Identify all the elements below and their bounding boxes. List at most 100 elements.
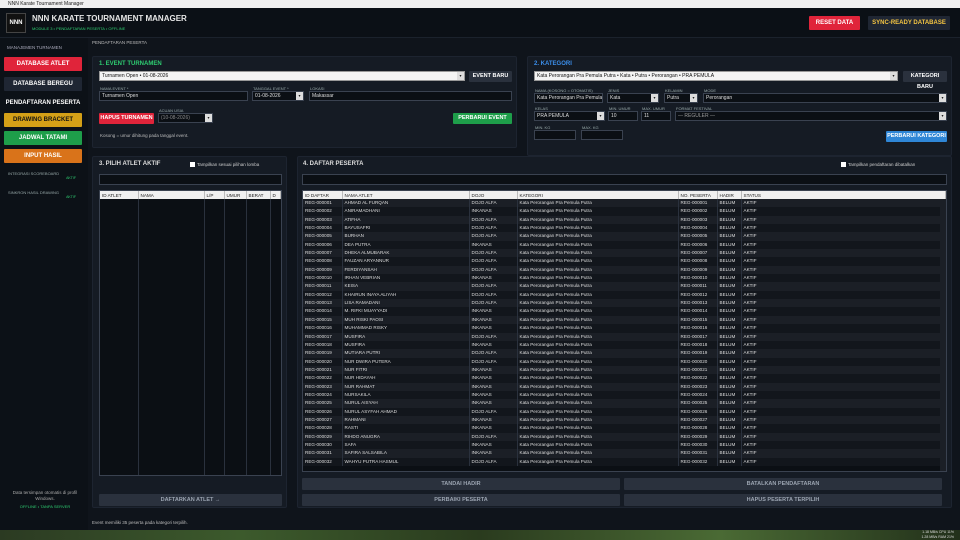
mode-select[interactable]: Perorangan ▾ [703,93,947,103]
table-row[interactable]: REG-000024 NURSAKILA INKANAS Kata Peroranga… [303,390,946,400]
kategori-name-input[interactable]: Kata Perorangan Pra Pemula Putra [534,93,603,103]
table-cell: INKANAS [469,449,518,458]
cancel-registration-button[interactable]: BATALKAN PENDAFTARAN [624,478,942,490]
table-cell: REG-000011 [303,282,343,291]
table-row[interactable]: REG-000026 NURUL ASYFAH AHMAD DOJO ALFA Kat… [303,407,946,416]
table-row[interactable]: REG-000013 LISA RAMADANI DOJO ALFA Kata Per… [303,299,946,308]
table-cell: Kata Perorangan Pra Pemula Putra [517,282,679,291]
table-row[interactable]: REG-000018 MUSFIRA INKANAS Kata Perorangan … [303,340,946,350]
table-cell: BELUM [717,240,742,250]
table-row[interactable]: REG-000007 DHEKA ALMUBARAK DOJO ALFA Kata P… [303,249,946,258]
show-cancelled-label: Tampilkan pendaftaran dibatalkan [848,162,916,167]
sidebar-sinkron-hasil[interactable]: SINKRON HASIL DRAWING AKTIF [8,190,76,199]
max-kg-input[interactable] [581,130,623,140]
event-date-input[interactable]: 01-08-2026 ▾ [252,91,304,101]
table-row[interactable]: REG-000014 M. RIFKI MUAYYADI INKANAS Kata P… [303,307,946,316]
peserta-search-input[interactable] [302,174,947,185]
show-cancelled-checkbox[interactable]: Tampilkan pendaftaran dibatalkan [841,162,915,167]
event-location-input[interactable]: Makassar [309,91,512,101]
table-row[interactable]: REG-000019 MUTIARA PUTRI DOJO ALFA Kata Per… [303,349,946,358]
mark-present-button[interactable]: TANDAI HADIR [302,478,620,490]
table-cell: REG-000007 [678,249,718,258]
table-row[interactable]: REG-000012 KHAIRUN INAYA ALIYAH DOJO ALFA K… [303,290,946,300]
format-festival-select[interactable]: — REGULER — ▾ [675,111,947,121]
peserta-scrollbar[interactable] [940,199,946,471]
fix-participant-button[interactable]: PERBAIKI PESERTA [302,494,620,506]
kelas-select[interactable]: PRA PEMULA ▾ [534,111,605,121]
atlet-search-input[interactable] [99,174,282,185]
max-umur-input[interactable]: 11 [641,111,671,121]
delete-tournament-button[interactable]: HAPUS TURNAMEN [99,113,154,124]
table-cell: LISA RAMADANI [342,299,470,308]
register-atlet-button[interactable]: DAFTARKAN ATLET → [99,494,282,506]
table-row[interactable]: REG-000004 BAYUSAFRI DOJO ALFA Kata Peroran… [303,224,946,233]
table-row[interactable]: REG-000021 NUR FITRI INKANAS Kata Peroranga… [303,365,946,375]
table-row[interactable]: REG-000028 RASTI INKANAS Kata Perorangan Pr… [303,424,946,433]
sidebar-item-database-beregu[interactable]: DATABASE BEREGU [4,77,82,91]
update-event-button[interactable]: PERBARUI EVENT [453,113,512,124]
table-row[interactable]: REG-000020 NUR DWIRA PUTERA DOJO ALFA Kata … [303,357,946,366]
col-berat[interactable]: BERAT [246,191,271,199]
table-row[interactable]: REG-000032 WAHYU PUTRA HASMUL DOJO ALFA Kat… [303,457,946,466]
table-row[interactable]: REG-000029 RIHDO ANUGRA DOJO ALFA Kata Pero… [303,432,946,441]
peserta-table[interactable]: ID DAFTAR NAMA ATLET DOJO KATEGORI NO. P… [302,190,947,472]
table-row[interactable]: REG-000005 BURHAN DOJO ALFA Kata Perorangan… [303,232,946,241]
sidebar-item-jadwal-tatami[interactable]: JADWAL TATAMI [4,131,82,145]
col-no-peserta[interactable]: NO. PESERTA [678,191,718,199]
col-nama-atlet[interactable]: NAMA ATLET [342,191,470,199]
col-nama[interactable]: NAMA [138,191,205,199]
table-row[interactable]: REG-000023 NUR RAHMAT INKANAS Kata Perorang… [303,382,946,391]
sync-database-button[interactable]: SYNC-READY DATABASE [868,16,950,30]
min-umur-input[interactable]: 10 [608,111,638,121]
jenis-select[interactable]: Kata ▾ [607,93,659,103]
col-status[interactable]: STATUS [741,191,946,199]
reset-data-button[interactable]: RESET DATA [809,16,860,30]
col-id-daftar[interactable]: ID DAFTAR [303,191,343,199]
table-row[interactable]: REG-000015 MUH RISKI PAOSI INKANAS Kata Per… [303,315,946,325]
event-select[interactable]: Turnamen Open • 01-08-2026 ▾ [99,71,465,81]
table-row[interactable]: REG-000016 MUHAMMAD RISKY INKANAS Kata Pero… [303,324,946,333]
table-row[interactable]: REG-000030 SAFA INKANAS Kata Perorangan Pra… [303,440,946,450]
col-lp[interactable]: L/P [204,191,225,199]
sidebar-item-database-atlet[interactable]: DATABASE ATLET [4,57,82,71]
table-cell: REG-000021 [678,365,718,375]
table-cell: RAHMANI [342,415,470,425]
table-cell: REG-000014 [678,307,718,316]
table-row[interactable]: REG-000011 KEISA DOJO ALFA Kata Perorangan … [303,282,946,291]
sidebar-item-input-hasil[interactable]: INPUT HASIL [4,149,82,163]
kategori-select[interactable]: Kata Perorangan Pra Pemula Putra • Kata … [534,71,898,81]
table-row[interactable]: REG-000017 MUSFIRA DOJO ALFA Kata Peroranga… [303,332,946,341]
update-kategori-button[interactable]: PERBARUI KATEGORI [886,131,947,142]
sidebar-item-drawing-bracket[interactable]: DRAWING BRACKET [4,113,82,127]
sidebar-item-pendaftaran-peserta[interactable]: PENDAFTARAN PESERTA [4,96,82,110]
min-kg-input[interactable] [534,130,576,140]
sidebar-integrasi-scoreboard[interactable]: INTEGRASI SCOREBOARD AKTIF [8,171,76,180]
table-row[interactable]: REG-000031 SAFIRA SALSABILA INKANAS Kata Pe… [303,449,946,458]
col-umur[interactable]: UMUR [224,191,247,199]
delete-participant-button[interactable]: HAPUS PESERTA TERPILIH [624,494,942,506]
event-name-input[interactable]: Turnamen Open [99,91,248,101]
atlet-table[interactable]: ID ATLET NAMA L/P UMUR BERAT D [99,190,282,476]
table-row[interactable]: REG-000006 DEA PUTRA INKANAS Kata Peroranga… [303,240,946,250]
new-kategori-button[interactable]: KATEGORI BARU [903,71,947,90]
col-hadir[interactable]: HADIR [717,191,742,199]
table-row[interactable]: REG-000003 ATIFHA DOJO ALFA Kata Perorangan… [303,215,946,225]
atlet-filter-checkbox[interactable]: Tampilkan sesuai pilihan lomba [190,162,259,167]
table-row[interactable]: REG-000009 FERDIYANSAH DOJO ALFA Kata Peror… [303,265,946,275]
table-row[interactable]: REG-000002 ANIRAMADHANI INKANAS Kata Perora… [303,207,946,216]
table-cell: REG-000004 [303,224,343,233]
table-cell: DOJO ALFA [469,349,518,358]
table-row[interactable]: REG-000027 RAHMANI INKANAS Kata Perorangan … [303,415,946,425]
table-row[interactable]: REG-000022 NUR HIDAYAH INKANAS Kata Peroran… [303,374,946,383]
table-row[interactable]: REG-000008 FAUZAN ARYANNUR DOJO ALFA Kata P… [303,257,946,266]
new-event-button[interactable]: EVENT BARU [469,71,512,82]
age-reference-input[interactable]: (10-08-2026) ▾ [158,113,213,123]
col-kategori[interactable]: KATEGORI [517,191,679,199]
table-row[interactable]: REG-000010 IRHAN VEBRIAN INKANAS Kata Peror… [303,274,946,283]
table-row[interactable]: REG-000001 AHMAD AL FURQAN DOJO ALFA Kata P… [303,199,946,208]
kelamin-select[interactable]: Putra ▾ [664,93,698,103]
table-row[interactable]: REG-000025 NURUL AISYAH INKANAS Kata Perora… [303,399,946,408]
col-d[interactable]: D [270,191,281,199]
col-id-atlet[interactable]: ID ATLET [100,191,139,199]
col-dojo[interactable]: DOJO [469,191,518,199]
